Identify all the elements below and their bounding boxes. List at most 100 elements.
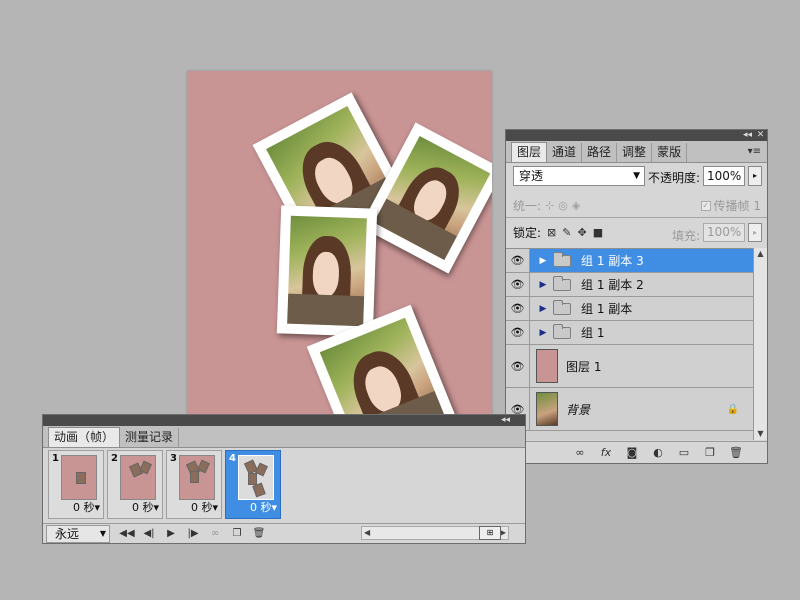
unify-visibility-icon[interactable]: ◎ bbox=[558, 199, 568, 212]
unify-style-icon[interactable]: ◈ bbox=[572, 199, 580, 212]
duplicate-frame-icon[interactable]: ❐ bbox=[226, 528, 248, 539]
eye-icon[interactable]: 👁 bbox=[506, 321, 530, 344]
frame-delay-select[interactable]: 0 秒▾ bbox=[132, 499, 159, 515]
layer-name: 组 1 副本 3 bbox=[581, 254, 644, 268]
folder-icon bbox=[553, 251, 571, 267]
tab-adjustments[interactable]: 调整 bbox=[617, 143, 653, 162]
document-canvas[interactable] bbox=[187, 71, 492, 416]
trash-icon[interactable]: 🗑 bbox=[729, 446, 743, 459]
chevron-down-icon: ▼ bbox=[99, 528, 106, 538]
convert-to-timeline-icon[interactable]: ⊞ bbox=[479, 526, 501, 540]
animation-panel: ◂◂ 动画（帧） 测量记录 1 0 秒▾ 2 0 秒▾ 3 0 秒▾ 4 0 秒… bbox=[42, 414, 526, 544]
opacity-input[interactable]: 100% bbox=[703, 166, 745, 186]
blend-mode-select[interactable]: 穿透 ▼ bbox=[513, 166, 645, 186]
tab-masks[interactable]: 蒙版 bbox=[652, 143, 688, 162]
opacity-slider-toggle[interactable]: ▸ bbox=[748, 166, 762, 186]
unify-position-icon[interactable]: ⊹ bbox=[545, 199, 554, 212]
folder-icon bbox=[553, 275, 571, 291]
frame-delay-select[interactable]: 0 秒▾ bbox=[250, 499, 277, 515]
tab-animation-frames[interactable]: 动画（帧） bbox=[48, 427, 121, 447]
collapse-icon[interactable]: ◂◂ bbox=[500, 415, 511, 426]
frame-delay: 0 秒 bbox=[131, 501, 154, 514]
scroll-left-icon[interactable]: ◀ bbox=[364, 527, 370, 539]
new-layer-icon[interactable]: ❐ bbox=[703, 446, 717, 459]
frame-number: 2 bbox=[111, 453, 118, 464]
frame-delay-select[interactable]: 0 秒▾ bbox=[191, 499, 218, 515]
eye-icon[interactable]: 👁 bbox=[506, 273, 530, 296]
tab-measurement-log[interactable]: 测量记录 bbox=[120, 428, 180, 447]
collapse-icon[interactable]: ◂◂ bbox=[742, 130, 753, 141]
previous-frame-icon[interactable]: ◀| bbox=[138, 528, 160, 539]
delete-frame-icon[interactable]: 🗑 bbox=[248, 528, 270, 539]
panel-menu-icon[interactable]: ▾≡ bbox=[748, 146, 761, 157]
tab-paths[interactable]: 路径 bbox=[582, 143, 618, 162]
lock-move-icon[interactable]: ✥ bbox=[577, 226, 586, 239]
fill-label: 填充: bbox=[672, 229, 701, 243]
animation-frame-2[interactable]: 2 0 秒▾ bbox=[107, 450, 163, 519]
lock-label: 锁定: bbox=[513, 226, 542, 240]
expand-triangle-icon[interactable]: ▶ bbox=[536, 304, 550, 314]
layers-panel-titlebar[interactable]: ◂◂ ✕ bbox=[506, 130, 767, 141]
layer-name: 组 1 副本 2 bbox=[581, 278, 644, 292]
adjustment-icon[interactable]: ◐ bbox=[651, 446, 665, 459]
animation-panel-tabs: 动画（帧） 测量记录 bbox=[43, 426, 525, 448]
layer-row-group-1[interactable]: 👁 ▶ 组 1 bbox=[506, 321, 753, 345]
tab-layers[interactable]: 图层 bbox=[511, 142, 548, 162]
tab-channels[interactable]: 通道 bbox=[547, 143, 583, 162]
frame-strip: 1 0 秒▾ 2 0 秒▾ 3 0 秒▾ 4 0 秒▾ bbox=[48, 450, 281, 520]
fill-slider-toggle[interactable]: ▸ bbox=[748, 223, 762, 242]
loop-option-value: 永远 bbox=[55, 526, 80, 541]
frame-thumbnail bbox=[120, 455, 156, 500]
expand-triangle-icon[interactable]: ▶ bbox=[536, 328, 550, 338]
first-frame-icon[interactable]: ◀◀ bbox=[116, 528, 138, 539]
scroll-down-icon[interactable]: ▼ bbox=[754, 428, 767, 440]
fx-icon[interactable]: fx bbox=[599, 446, 613, 459]
folder-icon[interactable]: ▭ bbox=[677, 446, 691, 459]
animation-frame-1[interactable]: 1 0 秒▾ bbox=[48, 450, 104, 519]
eye-icon[interactable]: 👁 bbox=[506, 345, 530, 387]
checkbox-icon: ✓ bbox=[700, 200, 711, 211]
play-icon[interactable]: ▶ bbox=[160, 528, 182, 539]
animation-frame-4[interactable]: 4 0 秒▾ bbox=[225, 450, 281, 519]
propagate-frame-checkbox[interactable]: ✓ 传播帧 1 bbox=[700, 197, 761, 214]
next-frame-icon[interactable]: |▶ bbox=[182, 528, 204, 539]
unify-label: 统一: bbox=[513, 199, 542, 213]
layer-row-background[interactable]: 👁 背景 🔒 bbox=[506, 388, 753, 431]
layer-row-layer-1[interactable]: 👁 图层 1 bbox=[506, 345, 753, 388]
layer-row-group-copy-2[interactable]: 👁 ▶ 组 1 副本 2 bbox=[506, 273, 753, 297]
animation-frame-3[interactable]: 3 0 秒▾ bbox=[166, 450, 222, 519]
tween-icon[interactable]: ∞ bbox=[204, 528, 226, 539]
frame-thumbnail bbox=[179, 455, 215, 500]
mask-icon[interactable]: ◙ bbox=[625, 446, 639, 459]
frame-delay-select[interactable]: 0 秒▾ bbox=[73, 499, 100, 515]
lock-icon: 🔒 bbox=[726, 403, 739, 415]
layer-name: 背景 bbox=[566, 402, 591, 417]
eye-icon[interactable]: 👁 bbox=[506, 249, 530, 272]
layer-list-scrollbar[interactable]: ▲ ▼ bbox=[753, 248, 767, 440]
eye-icon[interactable]: 👁 bbox=[506, 297, 530, 320]
layer-row-group-copy-3[interactable]: 👁 ▶ 组 1 副本 3 bbox=[506, 249, 753, 273]
layers-footer: ∞ fx ◙ ◐ ▭ ❐ 🗑 bbox=[506, 441, 767, 463]
lock-brush-icon[interactable]: ✎ bbox=[562, 226, 571, 239]
scroll-up-icon[interactable]: ▲ bbox=[754, 248, 767, 260]
frame-thumbnail bbox=[238, 455, 274, 500]
lock-all-icon[interactable]: ■ bbox=[593, 226, 603, 239]
link-icon[interactable]: ∞ bbox=[573, 446, 587, 459]
frame-thumbnail bbox=[61, 455, 97, 500]
chevron-down-icon: ▼ bbox=[633, 171, 640, 181]
blend-mode-value: 穿透 bbox=[519, 169, 544, 183]
expand-triangle-icon[interactable]: ▶ bbox=[536, 280, 550, 290]
expand-triangle-icon[interactable]: ▶ bbox=[536, 256, 550, 266]
close-icon[interactable]: ✕ bbox=[755, 130, 766, 141]
layer-row-group-copy[interactable]: 👁 ▶ 组 1 副本 bbox=[506, 297, 753, 321]
fill-input[interactable]: 100% bbox=[703, 223, 745, 242]
layers-panel: ◂◂ ✕ 图层 通道 路径 调整 蒙版 ▾≡ 穿透 ▼ 不透明度: 100% ▸… bbox=[505, 129, 768, 464]
frame-delay: 0 秒 bbox=[72, 501, 95, 514]
opacity-label: 不透明度: bbox=[648, 171, 701, 185]
lock-transparent-icon[interactable]: ⊠ bbox=[547, 226, 556, 239]
animation-panel-titlebar[interactable]: ◂◂ bbox=[43, 415, 525, 426]
layers-panel-tabs: 图层 通道 路径 调整 蒙版 ▾≡ bbox=[506, 141, 767, 163]
loop-options-select[interactable]: 永远 ▼ bbox=[46, 524, 110, 543]
layer-thumbnail bbox=[536, 392, 558, 426]
layer-name: 组 1 bbox=[581, 326, 605, 340]
